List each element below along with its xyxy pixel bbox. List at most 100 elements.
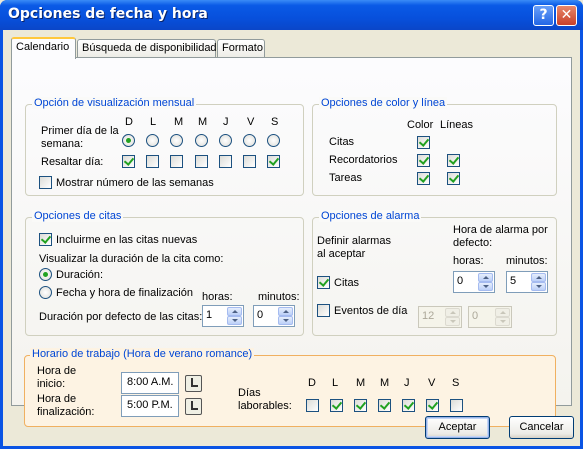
duration-hours-label: horas: [202, 291, 233, 303]
citas-alarm-minutes-stepper[interactable]: 5 [506, 271, 548, 293]
highlight-checkbox-v[interactable] [243, 155, 256, 168]
color-column-header: Color [407, 119, 434, 131]
accept-button[interactable]: Aceptar [425, 416, 490, 439]
start-time-input[interactable]: 8:00 A.M. [121, 372, 179, 394]
citas-alarm-hours-stepper[interactable]: 0 [453, 271, 495, 293]
tab-busqueda-disponibilidad[interactable]: Búsqueda de disponibilidad [77, 39, 217, 58]
citas-alarm-hours-spin-buttons [478, 273, 493, 291]
duration-hours-up-button[interactable] [227, 307, 242, 316]
group-alarms: Opciones de alarma Definir alarmas al ac… [312, 210, 557, 336]
recordatorios-color-checkbox[interactable] [417, 154, 430, 167]
start-clock-icon[interactable] [185, 375, 202, 392]
end-time-radio-label: Fecha y hora de finalización [56, 287, 193, 299]
duration-radio[interactable] [39, 268, 52, 281]
first-day-radio-m1[interactable] [170, 134, 183, 147]
citas-color-checkbox[interactable] [417, 136, 430, 149]
include-me-label: Incluirme en las citas nuevas [56, 234, 198, 246]
duration-minutes-up-button[interactable] [278, 307, 293, 316]
citas-alarm-hours-up-button[interactable] [478, 273, 493, 282]
day-events-hours-stepper: 12 [418, 306, 462, 328]
define-alarms-label-2: al aceptar [317, 248, 366, 260]
citas-alarm-minutes-down-button[interactable] [531, 282, 546, 291]
workday-header-s: S [452, 377, 460, 389]
first-day-radio-m2[interactable] [195, 134, 208, 147]
highlight-day-label: Resaltar día: [41, 156, 104, 168]
work-hours-title: Horario de trabajo (Hora de verano roman… [30, 348, 255, 360]
highlight-checkbox-j[interactable] [219, 155, 232, 168]
color-row-recordatorios-label: Recordatorios [329, 154, 398, 166]
group-appointments-title: Opciones de citas [32, 210, 124, 222]
end-time-label-2: finalización: [37, 406, 95, 418]
help-button[interactable]: ? [533, 5, 554, 26]
day-events-hours-spin-buttons [445, 308, 460, 326]
duration-hours-stepper[interactable]: 1 [202, 305, 244, 327]
first-day-radio-j[interactable] [219, 134, 232, 147]
workday-header-d: D [308, 377, 316, 389]
duration-minutes-value: 0 [257, 309, 264, 321]
workday-checkbox-j[interactable] [402, 399, 415, 412]
day-events-minutes-stepper: 0 [468, 306, 512, 328]
tab-formato[interactable]: Formato [217, 39, 265, 58]
duration-hours-down-button[interactable] [227, 316, 242, 325]
first-day-radio-v[interactable] [243, 134, 256, 147]
highlight-checkbox-d[interactable] [122, 155, 135, 168]
highlight-checkbox-l[interactable] [146, 155, 159, 168]
workday-header-m2: M [380, 377, 390, 389]
default-duration-label: Duración por defecto de las citas: [39, 311, 203, 323]
tareas-color-checkbox[interactable] [417, 172, 430, 185]
end-time-label: Hora de [37, 393, 77, 405]
end-time-radio[interactable] [39, 286, 52, 299]
day-events-minutes-up-button [495, 308, 510, 317]
start-time-label-2: inicio: [37, 378, 66, 390]
day-header-d: D [125, 116, 133, 128]
citas-alarm-minutes-spin-buttons [531, 273, 546, 291]
duration-minutes-down-button[interactable] [278, 316, 293, 325]
citas-alarm-checkbox[interactable] [317, 276, 330, 289]
highlight-checkbox-s[interactable] [267, 155, 280, 168]
highlight-checkbox-m1[interactable] [170, 155, 183, 168]
cancel-button[interactable]: Cancelar [509, 416, 574, 439]
first-day-label-2: semana: [41, 138, 84, 150]
group-color-line: Opciones de color y línea Color Líneas C… [312, 97, 557, 196]
day-header-s: S [271, 116, 279, 128]
show-week-numbers-checkbox[interactable] [39, 176, 52, 189]
duration-hours-value: 1 [206, 309, 213, 321]
duration-hours-spin-buttons [227, 307, 242, 325]
group-monthly-view: Opción de visualización mensual Primer d… [25, 97, 304, 196]
workday-header-l: L [332, 377, 339, 389]
highlight-checkbox-m2[interactable] [195, 155, 208, 168]
citas-alarm-minutes-up-button[interactable] [531, 273, 546, 282]
workday-checkbox-m2[interactable] [378, 399, 391, 412]
group-color-line-title: Opciones de color y línea [319, 97, 448, 109]
tareas-lines-checkbox[interactable] [447, 172, 460, 185]
day-events-minutes-spin-buttons [495, 308, 510, 326]
include-me-checkbox[interactable] [39, 233, 52, 246]
alarm-hour-label: Hora de alarma por [453, 224, 548, 236]
alarm-hour-label-2: defecto: [453, 237, 493, 249]
day-events-hours-up-button [445, 308, 460, 317]
workday-checkbox-l[interactable] [330, 399, 343, 412]
workday-checkbox-d[interactable] [306, 399, 319, 412]
first-day-radio-l[interactable] [146, 134, 159, 147]
color-row-tareas-label: Tareas [329, 172, 363, 184]
end-time-input[interactable]: 5:00 P.M. [121, 395, 179, 417]
title-bar[interactable]: Opciones de fecha y hora ? ✕ [0, 0, 583, 30]
citas-alarm-hours-down-button[interactable] [478, 282, 493, 291]
workday-checkbox-m1[interactable] [354, 399, 367, 412]
group-alarms-title: Opciones de alarma [319, 210, 422, 222]
duration-minutes-stepper[interactable]: 0 [253, 305, 295, 327]
window-title: Opciones de fecha y hora [8, 6, 208, 22]
day-events-alarm-checkbox[interactable] [317, 304, 330, 317]
first-day-radio-s[interactable] [267, 134, 280, 147]
tab-calendario[interactable]: Calendario [11, 37, 76, 59]
day-events-minutes-down-button [495, 317, 510, 326]
workday-checkbox-v[interactable] [426, 399, 439, 412]
close-button[interactable]: ✕ [556, 5, 577, 26]
start-time-label: Hora de [37, 365, 77, 377]
workday-checkbox-s[interactable] [450, 399, 463, 412]
recordatorios-lines-checkbox[interactable] [447, 154, 460, 167]
end-clock-icon[interactable] [185, 398, 202, 415]
day-header-m1: M [174, 116, 184, 128]
day-events-hours-down-button [445, 317, 460, 326]
first-day-radio-d[interactable] [122, 134, 135, 147]
